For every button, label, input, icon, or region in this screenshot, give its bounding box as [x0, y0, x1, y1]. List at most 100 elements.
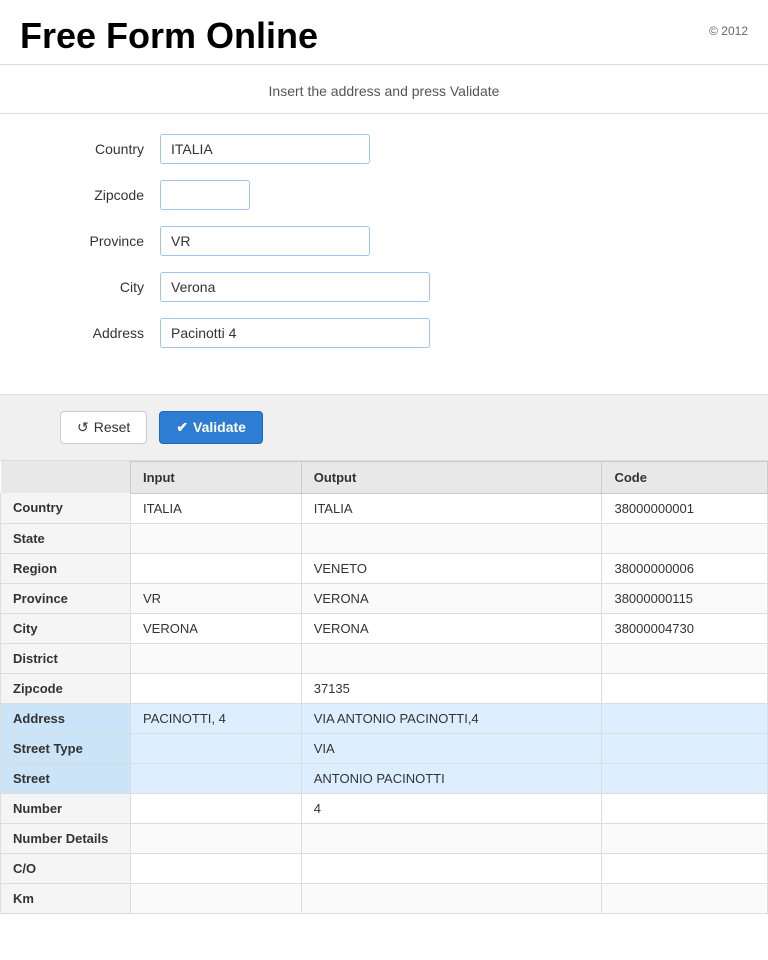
results-table: Input Output Code CountryITALIAITALIA380…: [0, 461, 768, 914]
row-label: State: [1, 523, 131, 553]
table-row: Region VENETO38000000006: [1, 553, 768, 583]
header: Free Form Online © 2012: [0, 0, 768, 65]
row-input: [131, 883, 302, 913]
table-row: Street Type VIA: [1, 733, 768, 763]
row-code: [602, 793, 768, 823]
zipcode-label: Zipcode: [60, 187, 160, 203]
row-output: [301, 883, 602, 913]
table-row: Km: [1, 883, 768, 913]
col-header-input: Input: [131, 461, 302, 493]
row-code: 38000004730: [602, 613, 768, 643]
row-label: Street: [1, 763, 131, 793]
address-form: Country Zipcode Province City Address: [0, 114, 768, 384]
row-output: ITALIA: [301, 493, 602, 523]
country-input[interactable]: [160, 134, 370, 164]
address-label: Address: [60, 325, 160, 341]
row-input: [131, 793, 302, 823]
city-row: City: [60, 272, 708, 302]
row-output: VERONA: [301, 613, 602, 643]
row-code: [602, 853, 768, 883]
col-header-code: Code: [602, 461, 768, 493]
row-output: 4: [301, 793, 602, 823]
row-code: [602, 673, 768, 703]
subtitle: Insert the address and press Validate: [0, 65, 768, 114]
zipcode-row: Zipcode: [60, 180, 708, 210]
row-output: 37135: [301, 673, 602, 703]
row-input: [131, 763, 302, 793]
col-header-output: Output: [301, 461, 602, 493]
row-input: [131, 643, 302, 673]
row-input: [131, 733, 302, 763]
row-input: [131, 853, 302, 883]
row-code: 38000000001: [602, 493, 768, 523]
table-row: AddressPACINOTTI, 4VIA ANTONIO PACINOTTI…: [1, 703, 768, 733]
table-row: ProvinceVRVERONA38000000115: [1, 583, 768, 613]
country-row: Country: [60, 134, 708, 164]
address-input[interactable]: [160, 318, 430, 348]
row-label: Address: [1, 703, 131, 733]
checkmark-icon: ✔: [176, 419, 188, 436]
page-title: Free Form Online: [20, 16, 318, 56]
city-label: City: [60, 279, 160, 295]
row-label: Region: [1, 553, 131, 583]
row-output: VENETO: [301, 553, 602, 583]
reset-label: Reset: [94, 419, 131, 435]
row-input: [131, 523, 302, 553]
row-label: Km: [1, 883, 131, 913]
row-input: PACINOTTI, 4: [131, 703, 302, 733]
row-code: [602, 643, 768, 673]
table-header-row: Input Output Code: [1, 461, 768, 493]
table-row: C/O: [1, 853, 768, 883]
table-row: CountryITALIAITALIA38000000001: [1, 493, 768, 523]
table-row: CityVERONAVERONA38000004730: [1, 613, 768, 643]
copyright: © 2012: [709, 16, 748, 38]
zipcode-input[interactable]: [160, 180, 250, 210]
row-code: [602, 733, 768, 763]
row-code: 38000000115: [602, 583, 768, 613]
row-code: 38000000006: [602, 553, 768, 583]
row-output: VIA ANTONIO PACINOTTI,4: [301, 703, 602, 733]
row-input: VR: [131, 583, 302, 613]
reset-icon: ↺: [77, 419, 89, 436]
row-input: [131, 673, 302, 703]
row-output: VIA: [301, 733, 602, 763]
row-input: ITALIA: [131, 493, 302, 523]
province-row: Province: [60, 226, 708, 256]
row-label: Number Details: [1, 823, 131, 853]
row-code: [602, 523, 768, 553]
validate-label: Validate: [193, 419, 246, 435]
row-output: VERONA: [301, 583, 602, 613]
table-row: Street ANTONIO PACINOTTI: [1, 763, 768, 793]
row-output: [301, 523, 602, 553]
row-label: District: [1, 643, 131, 673]
row-input: VERONA: [131, 613, 302, 643]
province-label: Province: [60, 233, 160, 249]
row-label: City: [1, 613, 131, 643]
button-bar: ↺ Reset ✔ Validate: [0, 394, 768, 461]
reset-button[interactable]: ↺ Reset: [60, 411, 147, 444]
row-output: [301, 823, 602, 853]
row-output: [301, 853, 602, 883]
address-row: Address: [60, 318, 708, 348]
row-label: Country: [1, 493, 131, 523]
row-output: ANTONIO PACINOTTI: [301, 763, 602, 793]
col-header-label: [1, 461, 131, 493]
province-input[interactable]: [160, 226, 370, 256]
row-code: [602, 823, 768, 853]
validate-button[interactable]: ✔ Validate: [159, 411, 263, 444]
row-output: [301, 643, 602, 673]
country-label: Country: [60, 141, 160, 157]
row-label: Street Type: [1, 733, 131, 763]
row-code: [602, 763, 768, 793]
table-row: State: [1, 523, 768, 553]
row-label: Zipcode: [1, 673, 131, 703]
table-row: Zipcode 37135: [1, 673, 768, 703]
row-code: [602, 883, 768, 913]
city-input[interactable]: [160, 272, 430, 302]
row-input: [131, 823, 302, 853]
table-row: District: [1, 643, 768, 673]
row-label: Number: [1, 793, 131, 823]
row-input: [131, 553, 302, 583]
table-row: Number Details: [1, 823, 768, 853]
row-label: Province: [1, 583, 131, 613]
